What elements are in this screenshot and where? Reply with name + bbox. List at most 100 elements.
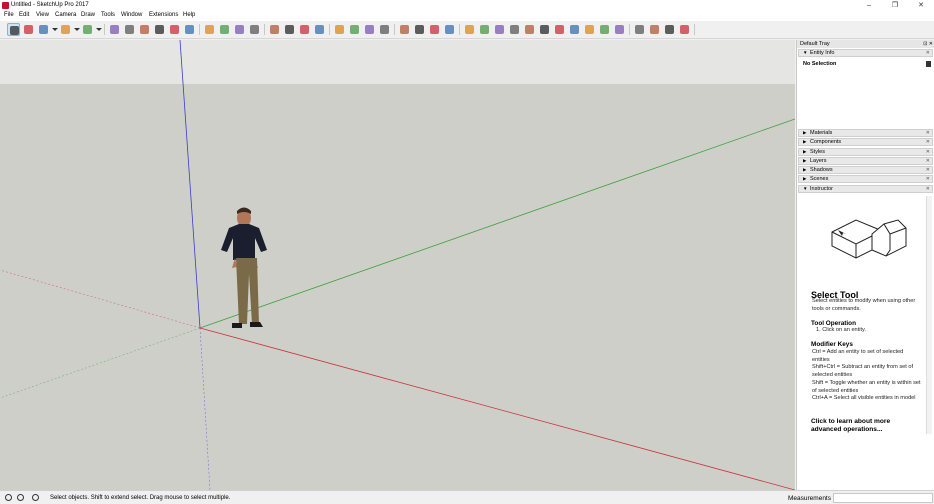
eraser-icon[interactable] (22, 23, 35, 36)
rotate-icon[interactable] (153, 23, 166, 36)
rectangle-icon[interactable] (81, 23, 94, 36)
person-pants (236, 258, 259, 324)
geolocation-icon[interactable] (5, 494, 12, 501)
expand-arrow-icon: ▶ (803, 139, 807, 144)
panel-instructor[interactable]: ▼ Instructor ✕ (798, 185, 933, 193)
maximize-icon[interactable]: ❐ (882, 0, 908, 11)
display-icon[interactable] (478, 23, 491, 36)
red-axis-negative (0, 269, 201, 329)
measurements-input[interactable] (833, 493, 933, 503)
measurements-label: Measurements (788, 495, 831, 502)
close-icon[interactable]: ✕ (926, 50, 930, 56)
shaded-icon[interactable] (583, 23, 596, 36)
drape-icon[interactable] (678, 23, 691, 36)
tray-pin-close-icon[interactable]: ⊡ ✕ (923, 40, 933, 48)
wireframe-icon[interactable] (553, 23, 566, 36)
select-icon[interactable] (7, 23, 20, 36)
close-icon[interactable]: ✕ (926, 167, 930, 173)
scene-canvas[interactable] (0, 40, 795, 490)
drawing-viewport[interactable] (0, 40, 795, 490)
menu-window[interactable]: Window (121, 12, 142, 18)
close-icon[interactable]: ✕ (926, 130, 930, 136)
stamp-icon[interactable] (663, 23, 676, 36)
backedges-icon[interactable] (538, 23, 551, 36)
dimension-icon[interactable] (233, 23, 246, 36)
instructor-body: Select Tool Select entities to modify wh… (798, 196, 932, 434)
scale-icon[interactable] (168, 23, 181, 36)
learn-more-link[interactable]: Click to learn about more advanced opera… (811, 418, 921, 434)
panel-label: Entity Info (810, 50, 835, 56)
close-icon[interactable]: ✕ (926, 149, 930, 155)
protractor-icon[interactable] (218, 23, 231, 36)
style-icon[interactable] (493, 23, 506, 36)
pan-icon[interactable] (283, 23, 296, 36)
panel-shadows[interactable]: ▶ Shadows ✕ (798, 166, 933, 174)
move-icon[interactable] (138, 23, 151, 36)
close-icon[interactable]: ✕ (926, 186, 930, 192)
person-figure[interactable] (221, 207, 267, 329)
orbit-icon[interactable] (268, 23, 281, 36)
monochrome-icon[interactable] (613, 23, 626, 36)
smoove-icon[interactable] (648, 23, 661, 36)
arc-icon[interactable] (59, 23, 72, 36)
line-icon[interactable] (37, 23, 50, 36)
teapot2-icon[interactable] (428, 23, 441, 36)
expand-arrow-icon: ▶ (803, 130, 807, 135)
panel-entity-info[interactable]: ▼ Entity Info ✕ (798, 49, 933, 57)
terrain-icon[interactable] (633, 23, 646, 36)
xray-icon[interactable] (523, 23, 536, 36)
paint-bucket-icon[interactable] (333, 23, 346, 36)
style2-icon[interactable] (508, 23, 521, 36)
dropdown-arrow-icon[interactable] (96, 23, 102, 36)
instructor-scrollbar[interactable] (926, 196, 932, 434)
tape-measure-icon[interactable] (203, 23, 216, 36)
minimize-icon[interactable]: – (856, 0, 882, 11)
component-icon[interactable] (348, 23, 361, 36)
menu-edit[interactable]: Edit (19, 12, 29, 18)
close-icon[interactable]: ✕ (926, 158, 930, 164)
dropdown-arrow-icon[interactable] (52, 23, 58, 36)
hidden-icon[interactable] (568, 23, 581, 36)
camera-views-icon[interactable] (443, 23, 456, 36)
credits-icon[interactable] (17, 494, 24, 501)
material-icon[interactable] (363, 23, 376, 36)
menu-extensions[interactable]: Extensions (149, 12, 178, 18)
menu-tools[interactable]: Tools (101, 12, 115, 18)
panel-materials[interactable]: ▶ Materials ✕ (798, 129, 933, 137)
menu-help[interactable]: Help (183, 12, 195, 18)
panel-label: Instructor (810, 186, 833, 192)
menu-file[interactable]: File (4, 12, 14, 18)
teapot-icon[interactable] (413, 23, 426, 36)
offset-icon[interactable] (183, 23, 196, 36)
follow-me-icon[interactable] (123, 23, 136, 36)
close-icon[interactable]: ✕ (926, 139, 930, 145)
red-axis (199, 327, 795, 490)
textured-icon[interactable] (598, 23, 611, 36)
text-icon[interactable] (248, 23, 261, 36)
toolbar-separator (394, 24, 395, 35)
close-icon[interactable]: ✕ (926, 176, 930, 182)
menu-view[interactable]: View (36, 12, 49, 18)
menu-camera[interactable]: Camera (55, 12, 76, 18)
zoom-icon[interactable] (298, 23, 311, 36)
section-icon[interactable] (463, 23, 476, 36)
close-icon[interactable]: ✕ (908, 0, 934, 11)
warehouse-icon[interactable] (378, 23, 391, 36)
blue-axis-negative (199, 327, 211, 490)
tray-header: Default Tray ⊡ ✕ (797, 40, 934, 48)
user-icon[interactable] (32, 494, 39, 501)
tray-title: Default Tray (800, 41, 830, 47)
panel-components[interactable]: ▶ Components ✕ (798, 138, 933, 146)
entity-info-body: No Selection (798, 59, 933, 130)
push-pull-icon[interactable] (108, 23, 121, 36)
panel-layers[interactable]: ▶ Layers ✕ (798, 157, 933, 165)
panel-scenes[interactable]: ▶ Scenes ✕ (798, 175, 933, 183)
tool-operation-heading: Tool Operation (811, 320, 856, 327)
toggle-details-icon[interactable] (926, 61, 931, 67)
dropdown-arrow-icon[interactable] (74, 23, 80, 36)
menu-draw[interactable]: Draw (81, 12, 95, 18)
panel-styles[interactable]: ▶ Styles ✕ (798, 148, 933, 156)
sandbox-icon[interactable] (398, 23, 411, 36)
zoom-extents-icon[interactable] (313, 23, 326, 36)
panel-label: Styles (810, 149, 825, 155)
